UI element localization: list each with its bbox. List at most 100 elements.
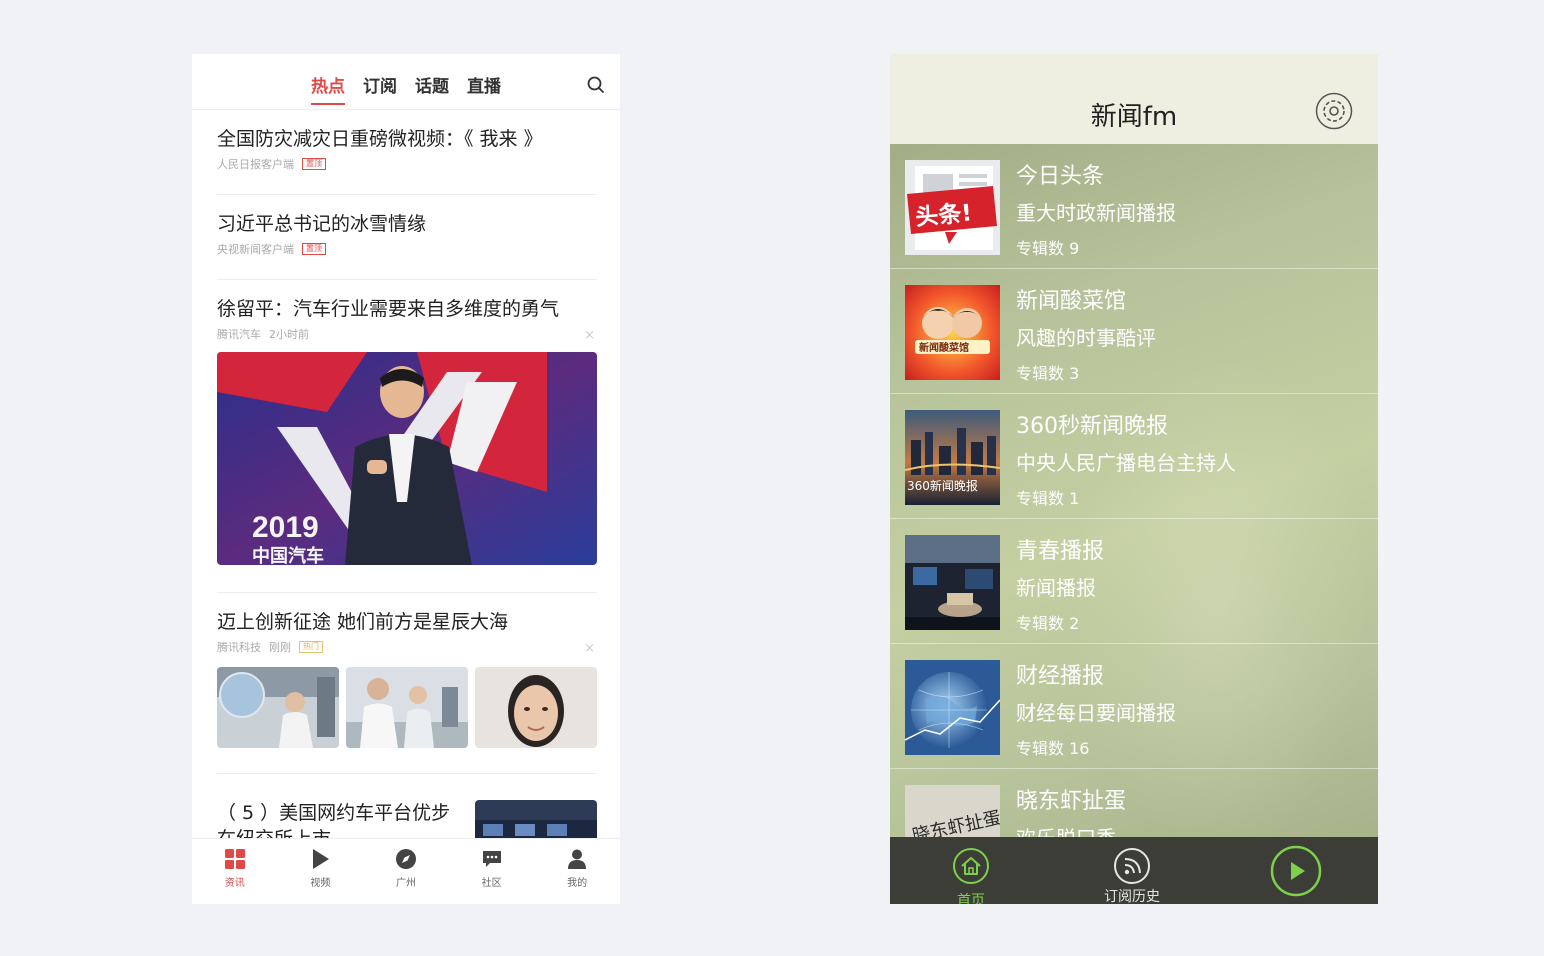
list-item[interactable]: 全国防灾减灾日重磅微视频：《 我来 》 人民日报客户端 置顶 xyxy=(217,110,597,195)
home-icon xyxy=(953,848,989,884)
page-title: 新闻fm xyxy=(1090,102,1178,132)
article-thumbnail[interactable] xyxy=(475,800,597,838)
nav-label: 订阅历史 xyxy=(1104,889,1160,904)
channel-cover-text: 新闻酸菜馆 xyxy=(919,341,969,354)
top-navigation: 热点 订阅 话题 直播 xyxy=(192,54,620,110)
tab-live[interactable]: 直播 xyxy=(467,72,501,105)
channel-description: 重大时政新闻播报 xyxy=(1016,201,1176,225)
tab-hot[interactable]: 热点 xyxy=(311,72,345,105)
album-count: 专辑数 3 xyxy=(1016,364,1080,383)
nav-news[interactable]: 资讯 xyxy=(192,839,278,904)
compass-icon xyxy=(395,849,416,869)
nav-profile[interactable]: 我的 xyxy=(534,839,620,904)
nav-subscription-history[interactable]: 订阅历史 xyxy=(1095,847,1169,904)
nav-local[interactable]: 广州 xyxy=(363,839,449,904)
article-meta: 人民日报客户端 置顶 xyxy=(217,156,597,172)
rss-icon xyxy=(1114,848,1150,884)
fm-bottom-bar: 首页 订阅历史 xyxy=(890,837,1378,904)
article-time: 刚刚 xyxy=(269,641,291,654)
album-count: 专辑数 2 xyxy=(1016,614,1080,633)
article-source: 人民日报客户端 xyxy=(217,158,294,171)
nav-label: 视频 xyxy=(310,878,331,889)
search-icon[interactable] xyxy=(587,76,604,93)
chat-icon xyxy=(482,851,501,867)
news-feed[interactable]: 全国防灾减灾日重磅微视频：《 我来 》 人民日报客户端 置顶 习近平总书记的冰雪… xyxy=(217,110,597,838)
nav-label: 我的 xyxy=(567,878,588,889)
article-meta: 央视新闻客户端 置顶 xyxy=(217,241,597,257)
fm-app-screen: 新闻fm 头条! 今日头条 重大时政新闻播报 专辑数 9 新闻酸菜馆 新闻酸菜馆… xyxy=(890,54,1378,904)
nav-label: 首页 xyxy=(957,893,985,904)
channel-name: 青春播报 xyxy=(1016,539,1105,564)
channel-list[interactable]: 头条! 今日头条 重大时政新闻播报 专辑数 9 新闻酸菜馆 新闻酸菜馆 风趣的时… xyxy=(890,144,1378,837)
fm-header: 新闻fm xyxy=(890,54,1378,144)
channel-name: 财经播报 xyxy=(1016,664,1105,689)
article-thumbnail[interactable] xyxy=(217,667,339,748)
album-count: 专辑数 1 xyxy=(1016,489,1080,508)
list-item[interactable]: （ 5 ）美国网约车平台优步 在纽交所上市 xyxy=(217,774,597,838)
dismiss-button[interactable]: × xyxy=(584,641,595,656)
list-item[interactable]: 习近平总书记的冰雪情缘 央视新闻客户端 置顶 xyxy=(217,195,597,280)
channel-description: 财经每日要闻播报 xyxy=(1016,701,1176,725)
channel-name: 新闻酸菜馆 xyxy=(1016,289,1127,314)
nav-label: 社区 xyxy=(481,878,502,889)
channel-name: 晓东虾扯蛋 xyxy=(1016,789,1127,814)
nav-video[interactable]: 视频 xyxy=(278,839,364,904)
svg-text:2019: 2019 xyxy=(252,511,319,544)
hot-badge: 热门 xyxy=(299,641,323,653)
channel-cover: 头条! xyxy=(905,160,1000,255)
article-image[interactable]: 2019 中国汽车 xyxy=(217,352,597,565)
channel-row[interactable]: 晓东虾扯蛋 晓东虾扯蛋 欢乐脱口秀 xyxy=(890,769,1378,837)
channel-description: 中央人民广播电台主持人 xyxy=(1016,451,1236,475)
channel-cover: 晓东虾扯蛋 xyxy=(905,785,1000,837)
play-icon xyxy=(313,849,330,869)
nav-label: 广州 xyxy=(395,878,416,889)
album-count: 专辑数 9 xyxy=(1016,239,1080,258)
channel-name: 360秒新闻晚报 xyxy=(1016,414,1168,439)
nav-home[interactable]: 首页 xyxy=(952,847,990,904)
article-meta: 腾讯科技 刚刚 热门 xyxy=(217,639,597,655)
user-icon xyxy=(568,849,587,869)
channel-row[interactable]: 青春播报 新闻播报 专辑数 2 xyxy=(890,519,1378,644)
pinned-badge: 置顶 xyxy=(302,243,326,255)
tab-subscribe[interactable]: 订阅 xyxy=(363,72,397,105)
channel-description: 欢乐脱口秀 xyxy=(1016,822,1116,837)
play-icon[interactable] xyxy=(1270,845,1322,897)
channel-row[interactable]: 360新闻晚报 360秒新闻晚报 中央人民广播电台主持人 专辑数 1 xyxy=(890,394,1378,519)
svg-text:中国汽车: 中国汽车 xyxy=(252,545,324,565)
article-source: 央视新闻客户端 xyxy=(217,243,294,256)
gear-icon[interactable] xyxy=(1315,92,1353,130)
channel-cover: 360新闻晚报 xyxy=(905,410,1000,505)
list-item[interactable]: 徐留平：汽车行业需要来自多维度的勇气 腾讯汽车 2小时前 × 2019 中国汽车 xyxy=(217,280,597,593)
article-source: 腾讯汽车 xyxy=(217,328,261,341)
dismiss-button[interactable]: × xyxy=(584,328,595,343)
channel-description: 新闻播报 xyxy=(1016,576,1096,600)
article-source: 腾讯科技 xyxy=(217,641,261,654)
article-thumbnail[interactable] xyxy=(475,667,597,748)
article-title: 徐留平：汽车行业需要来自多维度的勇气 xyxy=(217,298,560,320)
bottom-navigation: 资讯 视频 广州 社区 我的 xyxy=(192,838,620,904)
channel-description: 风趣的时事酷评 xyxy=(1016,326,1156,350)
image-strip xyxy=(217,667,597,748)
tab-topics[interactable]: 话题 xyxy=(415,72,449,105)
article-thumbnail[interactable] xyxy=(346,667,468,748)
nav-label: 资讯 xyxy=(224,878,245,889)
channel-cover xyxy=(905,660,1000,755)
channel-name: 今日头条 xyxy=(1016,164,1105,189)
article-title: 全国防灾减灾日重磅微视频：《 我来 》 xyxy=(217,128,543,150)
article-title: 迈上创新征途 她们前方是星辰大海 xyxy=(217,611,509,633)
channel-tabs: 热点 订阅 话题 直播 xyxy=(192,72,620,105)
channel-row[interactable]: 新闻酸菜馆 新闻酸菜馆 风趣的时事酷评 专辑数 3 xyxy=(890,269,1378,394)
channel-row[interactable]: 头条! 今日头条 重大时政新闻播报 专辑数 9 xyxy=(890,144,1378,269)
article-title: 习近平总书记的冰雪情缘 xyxy=(217,213,427,235)
pinned-badge: 置顶 xyxy=(302,158,326,170)
list-item[interactable]: 迈上创新征途 她们前方是星辰大海 腾讯科技 刚刚 热门 × xyxy=(217,593,597,774)
article-time: 2小时前 xyxy=(269,328,309,341)
channel-cover-text: 头条! xyxy=(914,199,973,231)
article-meta: 腾讯汽车 2小时前 xyxy=(217,326,597,342)
channel-cover-text: 360新闻晚报 xyxy=(907,478,978,493)
channel-cover: 新闻酸菜馆 xyxy=(905,285,1000,380)
nav-community[interactable]: 社区 xyxy=(449,839,535,904)
channel-row[interactable]: 财经播报 财经每日要闻播报 专辑数 16 xyxy=(890,644,1378,769)
channel-cover xyxy=(905,535,1000,630)
news-app-screen: 热点 订阅 话题 直播 全国防灾减灾日重磅微视频：《 我来 》 人民日报客户端 … xyxy=(192,54,620,904)
